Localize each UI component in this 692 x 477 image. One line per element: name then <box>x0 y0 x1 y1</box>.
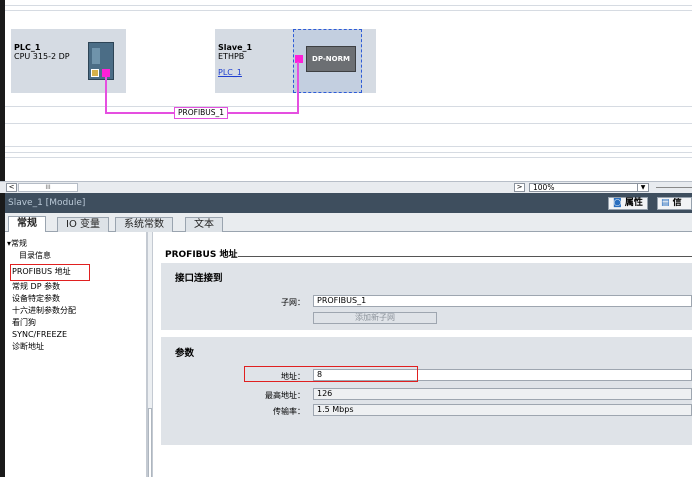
profibus-line <box>297 62 299 113</box>
subnet-select[interactable]: PROFIBUS_1 <box>313 295 692 307</box>
tree-item-catalog[interactable]: 目录信息 <box>19 251 51 261</box>
grid-line <box>0 106 692 107</box>
canvas-statusbar: < III > 100% ▼ <box>0 181 692 193</box>
tab-io-tags[interactable]: IO 变量 <box>57 217 109 232</box>
max-address-select[interactable]: 126 <box>313 388 692 400</box>
tree-root-label: 常规 <box>11 239 28 248</box>
inspector-tabs: 常规 IO 变量 系统常数 文本 <box>5 213 692 233</box>
section-divider <box>238 256 692 257</box>
profibus-network-label[interactable]: PROFIBUS_1 <box>174 107 229 119</box>
subnet-label: 子网： <box>281 298 305 307</box>
grid-line <box>0 10 692 11</box>
profibus-port-icon[interactable] <box>102 69 110 77</box>
info-button[interactable]: ▤ 信 <box>657 197 692 210</box>
highlight-box <box>10 264 90 281</box>
baud-rate-label: 传输率： <box>273 407 305 416</box>
slave-type: ETHPB <box>218 52 245 61</box>
grid-line <box>0 152 692 153</box>
tab-general[interactable]: 常规 <box>8 216 46 233</box>
tab-texts[interactable]: 文本 <box>185 217 223 232</box>
max-address-label: 最高地址： <box>265 391 305 400</box>
tab-system-constants[interactable]: 系统常数 <box>115 217 173 232</box>
info-label: 信 <box>672 198 682 208</box>
parameters-heading: 参数 <box>175 348 195 359</box>
plc-name: PLC_1 <box>14 43 41 52</box>
grid-line <box>0 146 692 147</box>
highlight-box <box>244 366 418 382</box>
properties-label: 属性 <box>624 198 643 208</box>
vertical-scrollbar[interactable] <box>148 408 152 477</box>
tree-item-sync-freeze[interactable]: SYNC/FREEZE <box>12 330 67 340</box>
tree-item-diag-address[interactable]: 诊断地址 <box>12 342 44 352</box>
baud-rate-select[interactable]: 1.5 Mbps <box>313 404 692 416</box>
horizontal-scrollbar[interactable]: III <box>18 183 78 192</box>
tree-item-general-dp[interactable]: 常规 DP 参数 <box>12 282 60 292</box>
tree-item-watchdog[interactable]: 看门狗 <box>12 318 36 328</box>
profibus-line <box>105 77 107 113</box>
zoom-slider[interactable] <box>656 187 692 188</box>
grid-line <box>0 5 692 6</box>
tree-item-hex-params[interactable]: 十六进制参数分配 <box>12 306 76 316</box>
dp-port-icon[interactable] <box>91 69 99 77</box>
tree-item-device-params[interactable]: 设备特定参数 <box>12 294 60 304</box>
add-subnet-button[interactable]: 添加新子网 <box>313 312 437 324</box>
dp-norm-module[interactable]: DP-NORM <box>306 46 356 72</box>
scroll-left-button[interactable]: < <box>6 183 17 192</box>
inspector-title: Slave_1 [Module] <box>5 193 692 213</box>
scroll-right-button[interactable]: > <box>514 183 525 192</box>
plc-type: CPU 315-2 DP <box>14 52 70 61</box>
section-title: PROFIBUS 地址 <box>165 250 238 260</box>
interface-heading: 接口连接到 <box>175 273 223 284</box>
grid-line <box>0 123 692 124</box>
chevron-down-icon[interactable]: ▼ <box>637 183 649 192</box>
network-view-canvas[interactable]: PLC_1 CPU 315-2 DP Slave_1 ETHPB PLC_1 D… <box>0 0 692 181</box>
grid-line <box>0 157 692 158</box>
info-icon: ▤ <box>661 198 670 208</box>
zoom-select[interactable]: 100% <box>529 183 649 192</box>
properties-icon: ◙ <box>613 198 622 208</box>
slave-master-link[interactable]: PLC_1 <box>218 68 242 77</box>
tree-root[interactable]: ▾常规 <box>7 239 27 249</box>
properties-button[interactable]: ◙ 属性 <box>608 197 648 210</box>
slave-name: Slave_1 <box>218 43 253 52</box>
